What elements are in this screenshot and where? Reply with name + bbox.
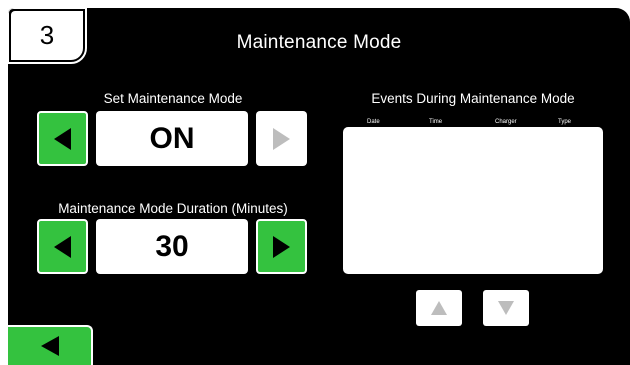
left-arrow-icon bbox=[54, 127, 71, 150]
scroll-down-button[interactable] bbox=[483, 290, 529, 326]
duration-value: 30 bbox=[96, 219, 248, 274]
set-mode-next-button[interactable] bbox=[256, 111, 307, 166]
set-mode-prev-button[interactable] bbox=[37, 111, 88, 166]
left-arrow-icon bbox=[54, 235, 71, 258]
column-header-date: Date bbox=[367, 119, 380, 125]
duration-decrease-button[interactable] bbox=[37, 219, 88, 274]
back-button[interactable] bbox=[8, 325, 93, 365]
events-list[interactable] bbox=[343, 127, 603, 274]
up-arrow-icon bbox=[431, 301, 447, 315]
maintenance-screen: 3 Maintenance Mode Set Maintenance Mode … bbox=[8, 8, 630, 365]
duration-increase-button[interactable] bbox=[256, 219, 307, 274]
right-arrow-icon bbox=[273, 127, 290, 150]
set-mode-label: Set Maintenance Mode bbox=[103, 91, 243, 106]
set-mode-value: ON bbox=[96, 111, 248, 166]
column-header-charger: Charger bbox=[495, 119, 517, 125]
column-header-type: Type bbox=[558, 119, 572, 125]
down-arrow-icon bbox=[498, 301, 514, 315]
left-arrow-icon bbox=[40, 336, 59, 356]
duration-label: Maintenance Mode Duration (Minutes) bbox=[58, 201, 288, 216]
column-header-time: Time bbox=[429, 119, 443, 125]
scroll-up-button[interactable] bbox=[416, 290, 462, 326]
page-title: Maintenance Mode bbox=[236, 32, 402, 53]
events-label: Events During Maintenance Mode bbox=[371, 91, 575, 106]
right-arrow-icon bbox=[273, 235, 290, 258]
